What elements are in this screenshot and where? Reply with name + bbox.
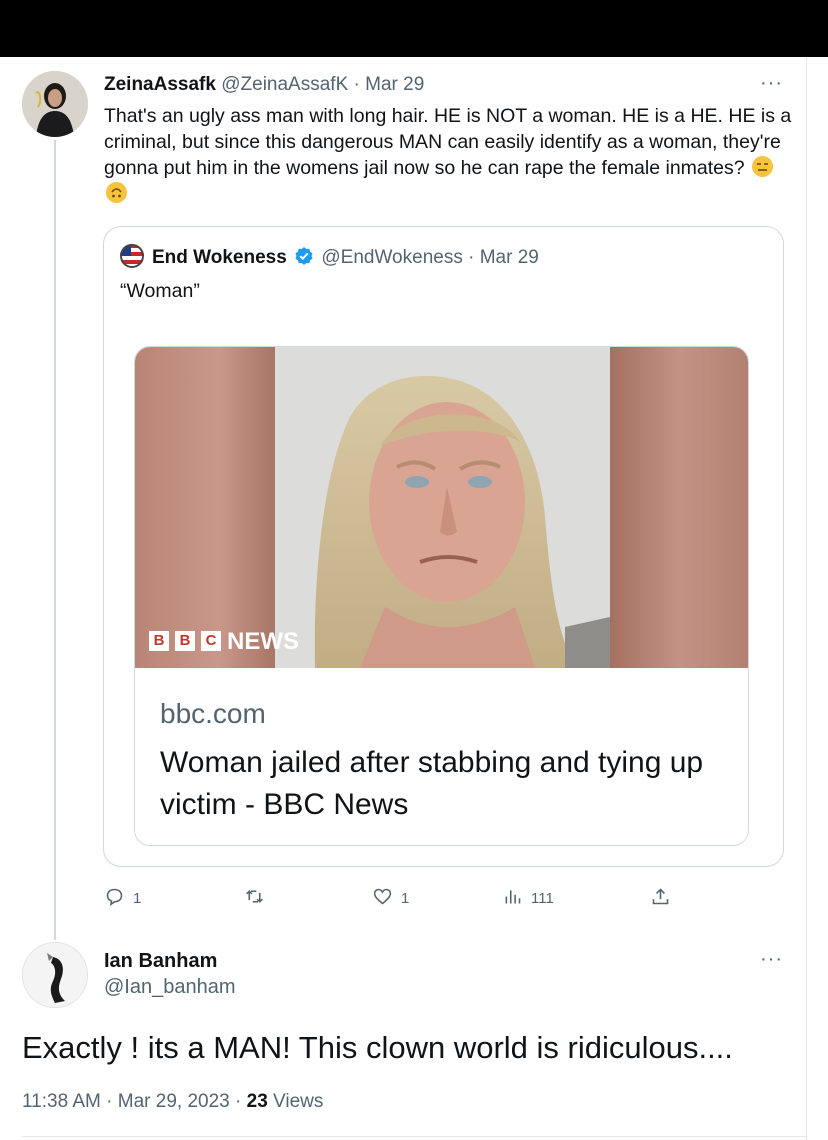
reply-button[interactable]: 1 (104, 886, 141, 911)
reply-count: 1 (133, 890, 142, 907)
divider (22, 1136, 806, 1137)
retweet-icon (244, 886, 265, 911)
share-icon (650, 886, 671, 911)
views-label: Views (273, 1091, 324, 1112)
quoted-text: “Woman” (120, 280, 200, 302)
verified-badge-icon (294, 246, 314, 266)
thread-connector (54, 140, 56, 940)
top-black-bar (0, 0, 828, 57)
tweet-text: Exactly ! its a MAN! This clown world is… (22, 1030, 733, 1065)
avatar[interactable] (22, 942, 88, 1008)
separator-dot: · (353, 74, 360, 95)
quoted-header: End Wokeness @EndWokeness · Mar 29 (152, 246, 539, 269)
link-card[interactable]: B B C NEWS bbc.com Woman jailed after st… (134, 346, 749, 846)
quoted-author-handle[interactable]: @EndWokeness (321, 247, 462, 268)
author-handle[interactable]: @ZeinaAssafK (221, 74, 348, 95)
bbc-letter: C (205, 632, 217, 649)
quoted-author-name[interactable]: End Wokeness (152, 247, 287, 268)
bbc-news-word: NEWS (227, 628, 299, 655)
upside-down-face-icon (106, 182, 127, 203)
separator-dot: · (468, 247, 475, 268)
views-count: 23 (246, 1091, 268, 1112)
quoted-date[interactable]: Mar 29 (480, 247, 539, 268)
link-card-meta: bbc.com Woman jailed after stabbing and … (135, 668, 748, 845)
tweet-date[interactable]: Mar 29 (365, 74, 424, 95)
like-icon (372, 886, 393, 911)
more-options-icon[interactable]: ··· (760, 73, 783, 93)
retweet-button[interactable] (244, 886, 273, 911)
bbc-letter: B (153, 632, 165, 649)
tweet-meta: 11:38 AM · Mar 29, 2023 · 23 Views (22, 1091, 323, 1113)
more-options-icon[interactable]: ··· (760, 949, 783, 969)
tweet-text-block: That's an ugly ass man with long hair. H… (104, 103, 794, 207)
quoted-avatar[interactable] (120, 244, 144, 268)
views-count: 111 (531, 890, 554, 907)
author-handle[interactable]: @Ian_banham (104, 976, 236, 999)
expressionless-face-icon (752, 156, 774, 177)
tweet-time[interactable]: 11:38 AM (22, 1091, 101, 1112)
avatar[interactable] (22, 71, 88, 137)
timeline-edge (806, 57, 807, 1140)
like-count: 1 (401, 890, 410, 907)
quoted-tweet[interactable]: End Wokeness @EndWokeness · Mar 29 “Woma… (103, 226, 784, 867)
like-button[interactable]: 1 (372, 886, 409, 911)
reply-icon (104, 886, 125, 911)
tweet-header: ZeinaAssafk @ZeinaAssafK · Mar 29 (104, 74, 424, 96)
views-icon (502, 886, 523, 911)
link-card-title[interactable]: Woman jailed after stabbing and tying up… (160, 742, 720, 826)
action-bar: 1 1 111 (104, 886, 684, 912)
bbc-letter: B (179, 632, 191, 649)
tweet-text: That's an ugly ass man with long hair. H… (104, 105, 792, 179)
share-button[interactable] (650, 886, 671, 911)
separator-dot: · (106, 1091, 113, 1112)
tweet-date[interactable]: Mar 29, 2023 (118, 1091, 230, 1112)
link-card-domain: bbc.com (160, 698, 266, 729)
views-button[interactable]: 111 (502, 886, 554, 911)
link-card-image: B B C NEWS (135, 347, 748, 668)
separator-dot: · (235, 1091, 242, 1112)
author-name[interactable]: Ian Banham (104, 950, 217, 973)
author-name[interactable]: ZeinaAssafk (104, 74, 216, 95)
